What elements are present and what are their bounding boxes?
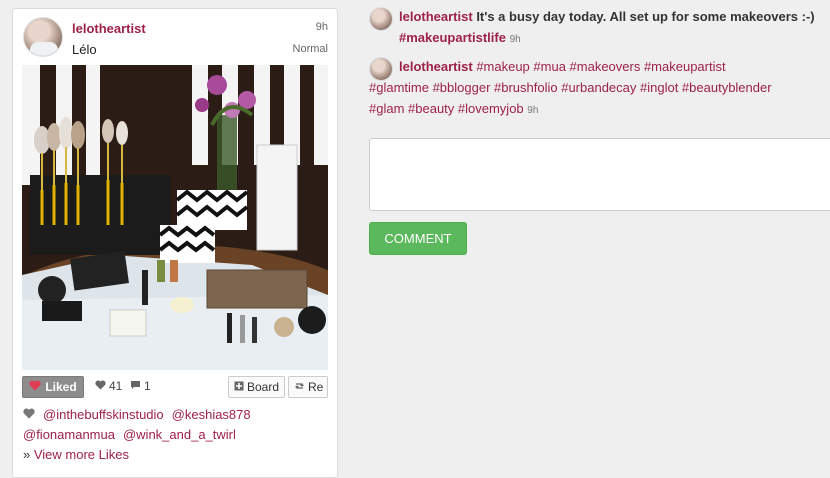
board-button[interactable]: Board xyxy=(228,376,286,398)
likes-count-value: 41 xyxy=(109,379,123,393)
post-display-name: Lélo xyxy=(72,42,97,57)
liker-link[interactable]: @inthebuffskinstudio xyxy=(43,405,164,425)
view-more-prefix: » xyxy=(23,447,31,462)
comment-item: lelotheartist #makeup #mua #makeovers #m… xyxy=(369,56,824,121)
liked-label: Liked xyxy=(45,380,77,394)
comment-avatar[interactable] xyxy=(369,57,393,81)
comment-button[interactable]: COMMENT xyxy=(369,222,467,255)
view-more-likes: » View more Likes xyxy=(23,445,329,465)
board-label: Board xyxy=(247,380,280,394)
plus-square-icon xyxy=(234,380,244,394)
hashtag-links[interactable]: #glamtime #bblogger #brushfolio #urbande… xyxy=(369,80,772,95)
hashtag-links[interactable]: #makeup #mua #makeovers #makeupartist xyxy=(476,59,725,74)
comment-username[interactable]: lelotheartist xyxy=(399,9,473,24)
photo-filter: Normal xyxy=(292,43,328,55)
likers-list: @inthebuffskinstudio @keshias878 @fionam… xyxy=(23,405,329,465)
liker-link[interactable]: @wink_and_a_twirl xyxy=(123,425,236,445)
post-photo[interactable] xyxy=(22,65,328,370)
post-username[interactable]: lelotheartist xyxy=(72,21,146,36)
comment-text: It's a busy day today. All set up for so… xyxy=(476,9,815,24)
comment-item: lelotheartist It's a busy day today. All… xyxy=(369,6,824,50)
comment-bubble-icon xyxy=(130,379,141,393)
post-card: lelotheartist 9h Lélo Normal Liked 41 1 … xyxy=(12,8,338,478)
repost-button[interactable]: Re xyxy=(288,376,328,398)
heart-icon xyxy=(95,379,106,393)
repost-label: Re xyxy=(308,380,324,394)
comment-avatar[interactable] xyxy=(369,7,393,31)
comment-username[interactable]: lelotheartist xyxy=(399,59,473,74)
hashtag-link[interactable]: #makeupartistlife xyxy=(399,30,506,45)
post-time: 9h xyxy=(315,21,328,33)
liked-button[interactable]: Liked xyxy=(22,376,84,398)
liker-link[interactable]: @fionamanmua xyxy=(23,425,115,445)
comments-count[interactable]: 1 xyxy=(130,379,151,393)
comment-time: 9h xyxy=(527,105,539,116)
likes-count[interactable]: 41 xyxy=(95,379,122,393)
comments-count-value: 1 xyxy=(144,379,151,393)
view-more-likes-link[interactable]: View more Likes xyxy=(34,447,129,462)
comment-input[interactable] xyxy=(369,138,830,211)
user-avatar[interactable] xyxy=(23,17,63,57)
liker-link[interactable]: @keshias878 xyxy=(172,405,251,425)
comments-feed: lelotheartist It's a busy day today. All… xyxy=(369,6,824,121)
post-actions: Liked 41 1 Board Re xyxy=(22,376,328,398)
comment-time: 9h xyxy=(509,34,521,45)
repost-icon xyxy=(294,380,305,394)
heart-icon xyxy=(23,405,35,425)
hashtag-links[interactable]: #glam #beauty #lovemyjob xyxy=(369,101,524,116)
heart-icon xyxy=(29,380,41,394)
